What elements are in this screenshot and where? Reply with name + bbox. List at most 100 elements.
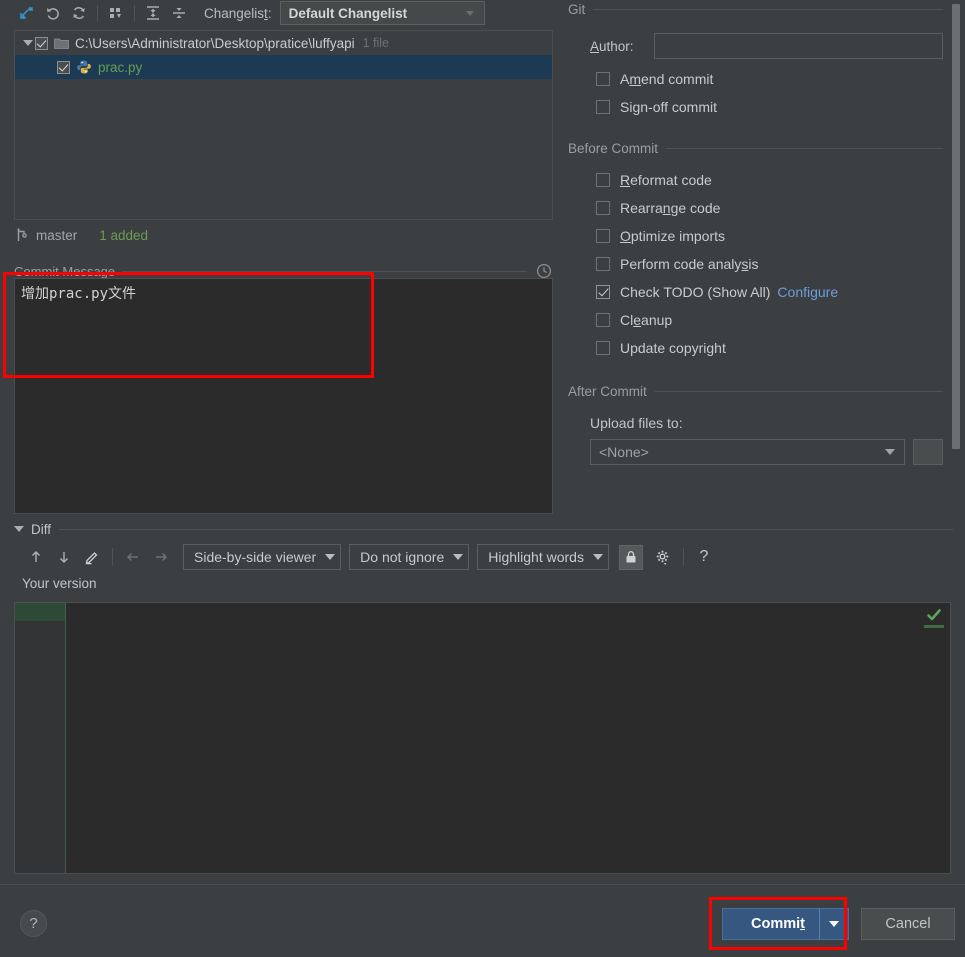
ignore-mode-value: Do not ignore [360, 549, 445, 565]
ok-check-icon[interactable] [926, 607, 942, 623]
upload-target-value: <None> [599, 444, 649, 460]
branch-status-bar: master 1 added [14, 224, 553, 246]
editor-change-separator [65, 603, 66, 873]
pencil-icon[interactable] [78, 544, 106, 570]
branch-name: master [36, 227, 78, 243]
commit-changes-dialog: Changelist: Default Changelist C:\Users\… [0, 0, 965, 957]
cleanup-checkbox[interactable] [596, 313, 610, 327]
rearrange-code-checkbox[interactable] [596, 201, 610, 215]
git-legend-row: Git [560, 2, 965, 17]
changelist-value: Default Changelist [288, 5, 408, 21]
chevron-down-icon [885, 449, 895, 455]
after-commit-legend-row: After Commit [560, 384, 965, 399]
arrow-up-icon[interactable] [22, 544, 50, 570]
commit-message-legend-row: Commit Message [14, 263, 553, 279]
chevron-down-icon[interactable] [14, 526, 24, 532]
legend-rule [122, 270, 527, 272]
collapse-all-icon[interactable] [166, 2, 192, 24]
chevron-down-icon[interactable] [21, 36, 35, 50]
arrow-right-icon[interactable] [147, 544, 175, 570]
before-commit-legend-row: Before Commit [560, 141, 965, 156]
update-copyright-checkbox[interactable] [596, 341, 610, 355]
sign-off-commit-checkbox-row[interactable]: Sign-off commit [560, 93, 965, 121]
toolbar-divider-2 [134, 5, 135, 21]
commit-message-legend: Commit Message [14, 263, 116, 279]
diff-legend-row: Diff [0, 518, 965, 540]
commit-dropdown-arrow[interactable] [819, 908, 849, 940]
arrow-left-icon[interactable] [119, 544, 147, 570]
folder-icon [54, 37, 69, 50]
ignore-mode-dropdown[interactable]: Do not ignore [349, 544, 470, 570]
upload-target-dropdown[interactable]: <None> [590, 439, 905, 465]
check-todo-row[interactable]: Check TODO (Show All) Configure [560, 278, 965, 306]
upload-target-row: <None> [560, 439, 965, 465]
show-diff-icon[interactable] [14, 2, 40, 24]
group-by-icon[interactable] [103, 2, 129, 24]
check-todo-label: Check TODO (Show All) [620, 284, 771, 300]
rearrange-code-label: Rearrange code [620, 200, 721, 216]
perform-code-analysis-row[interactable]: Perform code analysis [560, 250, 965, 278]
python-file-icon [76, 59, 92, 75]
rollback-icon[interactable] [40, 2, 66, 24]
inspection-status-bar [924, 625, 944, 628]
after-commit-rule [654, 391, 943, 392]
diff-toolbar-divider [112, 548, 113, 566]
optimize-imports-checkbox[interactable] [596, 229, 610, 243]
lock-icon[interactable] [618, 544, 643, 570]
cancel-button[interactable]: Cancel [861, 908, 955, 940]
reformat-code-row[interactable]: Reformat code [560, 166, 965, 194]
your-version-label: Your version [22, 576, 97, 591]
check-todo-checkbox[interactable] [596, 285, 610, 299]
reformat-code-label: Reformat code [620, 172, 712, 188]
author-input[interactable] [654, 33, 943, 59]
sign-off-commit-checkbox[interactable] [596, 100, 610, 114]
changelist-dropdown[interactable]: Default Changelist [279, 1, 485, 25]
options-scrollbar-thumb[interactable] [952, 4, 960, 449]
git-rule [593, 9, 943, 10]
options-scrollbar[interactable] [951, 2, 961, 515]
commit-button[interactable]: Commi t [722, 908, 834, 940]
highlight-mode-dropdown[interactable]: Highlight words [477, 544, 609, 570]
amend-commit-checkbox[interactable] [596, 72, 610, 86]
author-label: Author: [590, 38, 634, 54]
after-commit-legend: After Commit [568, 384, 647, 399]
before-commit-legend: Before Commit [568, 141, 659, 156]
update-copyright-label: Update copyright [620, 340, 726, 356]
perform-code-analysis-checkbox[interactable] [596, 257, 610, 271]
commit-message-input[interactable]: 增加prac.py文件 [14, 278, 553, 514]
commit-options-panel: Git Author: Amend commit Sign-off commit… [560, 0, 965, 517]
rearrange-code-row[interactable]: Rearrange code [560, 194, 965, 222]
author-row: Author: [560, 33, 965, 59]
file-checkbox[interactable] [57, 60, 70, 74]
gear-icon[interactable] [649, 544, 677, 570]
configure-link[interactable]: Configure [777, 284, 838, 300]
refresh-icon[interactable] [66, 2, 92, 24]
cleanup-row[interactable]: Cleanup [560, 306, 965, 334]
update-copyright-row[interactable]: Update copyright [560, 334, 965, 362]
chevron-down-icon [592, 554, 603, 560]
diff-toolbar: Side-by-side viewer Do not ignore Highli… [0, 540, 965, 574]
amend-commit-label: Amend commit [620, 71, 714, 87]
expand-all-icon[interactable] [140, 2, 166, 24]
chevron-down-icon [465, 10, 474, 16]
folder-file-count: 1 file [362, 36, 390, 50]
arrow-down-icon[interactable] [50, 544, 78, 570]
help-button[interactable]: ? [20, 910, 47, 937]
optimize-imports-row[interactable]: Optimize imports [560, 222, 965, 250]
tree-row-folder[interactable]: C:\Users\Administrator\Desktop\pratice\l… [15, 31, 552, 55]
viewer-mode-dropdown[interactable]: Side-by-side viewer [183, 544, 342, 570]
diff-editor[interactable] [14, 602, 951, 874]
folder-checkbox[interactable] [35, 36, 48, 50]
amend-commit-checkbox-row[interactable]: Amend commit [560, 65, 965, 93]
question-mark-icon[interactable]: ? [690, 544, 718, 570]
vcs-toolbar: Changelist: Default Changelist [0, 0, 560, 26]
before-commit-options: Reformat code Rearrange code Optimize im… [560, 166, 965, 362]
changed-files-tree[interactable]: C:\Users\Administrator\Desktop\pratice\l… [14, 30, 553, 220]
upload-browse-button[interactable] [913, 439, 943, 465]
branch-added-count: 1 added [99, 227, 149, 243]
optimize-imports-label: Optimize imports [620, 228, 726, 244]
reformat-code-checkbox[interactable] [596, 173, 610, 187]
tree-row-file[interactable]: prac.py [15, 55, 552, 79]
editor-added-line-marker [15, 603, 65, 621]
viewer-mode-value: Side-by-side viewer [194, 549, 317, 565]
